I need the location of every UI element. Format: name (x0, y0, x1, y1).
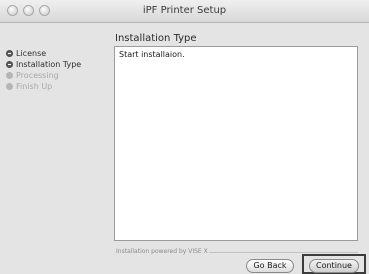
step-label: Finish Up (16, 82, 53, 91)
go-back-button[interactable]: Go Back (246, 259, 294, 273)
continue-button[interactable]: Continue (309, 259, 359, 273)
window-title: iPF Printer Setup (142, 5, 227, 16)
powered-by-text: Installation powered by VISE X (116, 248, 208, 255)
content-panel[interactable]: Start installaion. (114, 46, 358, 241)
steps-sidebar: License Installation Type Processing Fin… (6, 48, 116, 92)
divider (209, 252, 358, 253)
step-done-icon (6, 61, 13, 68)
step-label: License (16, 49, 47, 58)
installer-window: iPF Printer Setup License Installation T… (0, 0, 369, 274)
title-bar[interactable]: iPF Printer Setup (0, 0, 369, 23)
content-text: Start installaion. (119, 50, 185, 59)
step-license: License (6, 48, 116, 59)
step-pending-icon (6, 72, 13, 79)
step-processing: Processing (6, 70, 116, 81)
step-installation-type: Installation Type (6, 59, 116, 70)
step-finish-up: Finish Up (6, 81, 116, 92)
page-title: Installation Type (115, 33, 197, 44)
step-done-icon (6, 50, 13, 57)
step-label: Installation Type (16, 60, 82, 69)
step-label: Processing (16, 71, 59, 80)
step-pending-icon (6, 83, 13, 90)
